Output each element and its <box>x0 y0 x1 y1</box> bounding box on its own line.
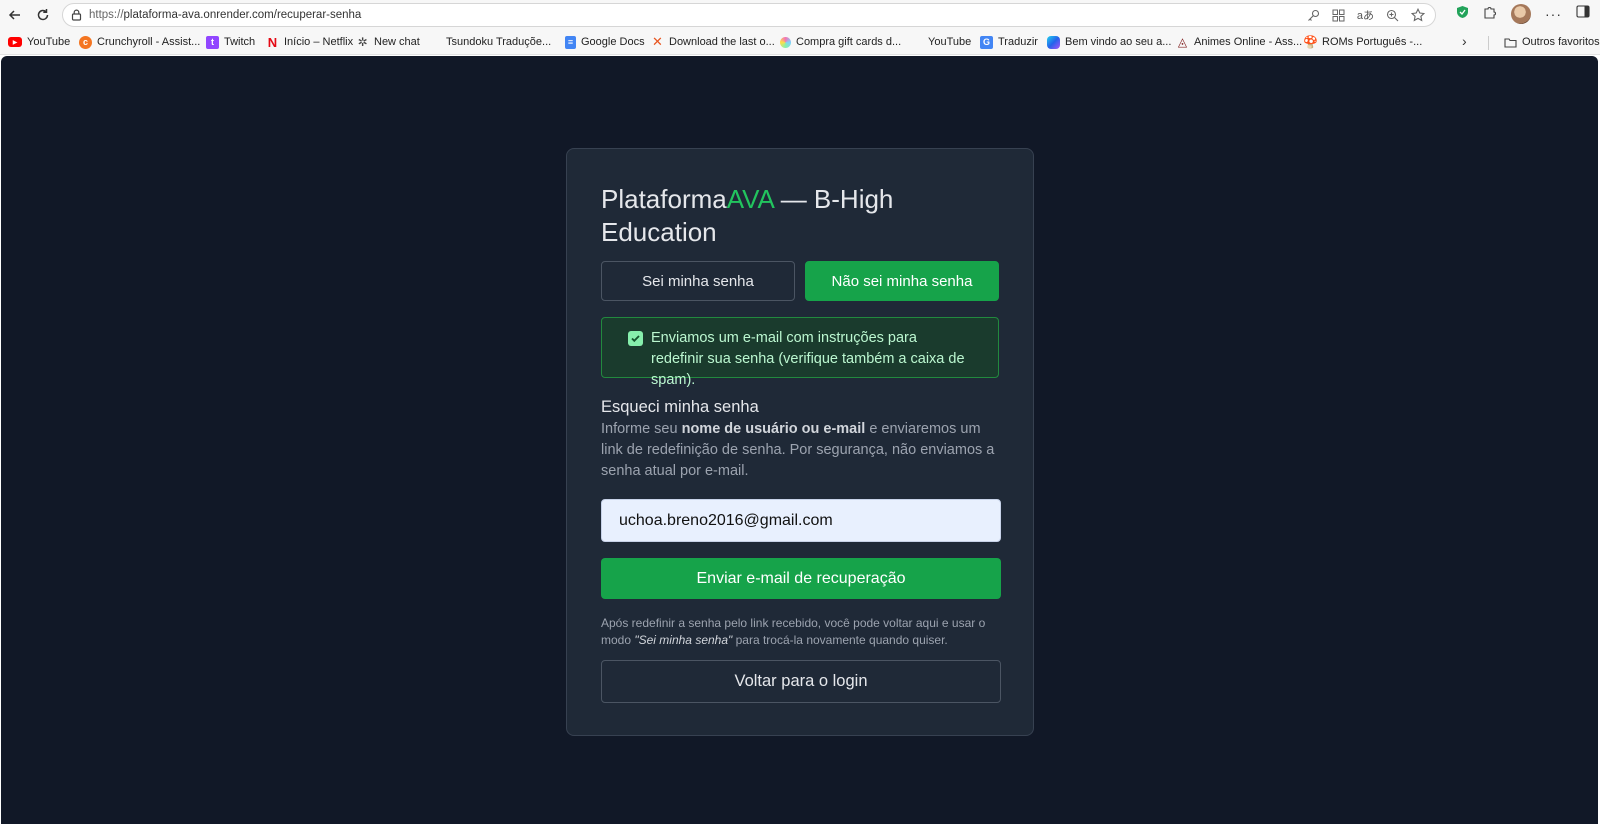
bookmark-google-docs[interactable]: ≡ Google Docs <box>561 32 649 52</box>
other-favorites[interactable]: Outros favoritos <box>1500 32 1600 52</box>
bookmarks-separator <box>1488 36 1489 50</box>
title-accent: AVA <box>726 184 774 214</box>
more-menu-icon[interactable]: ··· <box>1545 6 1562 22</box>
mode-toggle: Sei minha senha Não sei minha senha <box>601 261 999 301</box>
bookmark-twitch[interactable]: t Twitch <box>202 32 259 52</box>
bookmark-animes-online[interactable]: ◬ Animes Online - Ass... <box>1172 32 1306 52</box>
back-to-login-button[interactable]: Voltar para o login <box>601 660 1001 703</box>
bookmark-netflix[interactable]: N Início – Netflix <box>262 32 357 52</box>
bookmark-youtube-2[interactable]: YouTube <box>906 32 975 52</box>
alert-message: Enviamos um e-mail com instruções para r… <box>651 330 965 388</box>
extensions-puzzle-icon[interactable] <box>1483 5 1497 24</box>
address-bar[interactable]: https://plataforma-ava.onrender.com/recu… <box>62 3 1436 27</box>
forgot-password-button[interactable]: Não sei minha senha <box>805 261 999 301</box>
page-viewport: PlataformaAVA — B-High Education Sei min… <box>1 56 1598 824</box>
google-docs-icon: ≡ <box>565 35 576 49</box>
giftcard-icon <box>780 36 791 48</box>
translate-icon: G <box>980 35 993 49</box>
section-title: Esqueci minha senha <box>601 398 759 416</box>
apps-icon[interactable] <box>1332 9 1345 22</box>
lock-icon[interactable] <box>63 9 89 21</box>
profile-avatar[interactable] <box>1511 4 1531 24</box>
sidebar-toggle-icon[interactable] <box>1576 5 1590 23</box>
roms-icon: 🍄 <box>1303 35 1318 49</box>
netflix-icon: N <box>267 34 278 50</box>
twitch-icon: t <box>206 35 219 49</box>
success-alert: Enviamos um e-mail com instruções para r… <box>601 317 999 388</box>
page-title: PlataformaAVA — B-High Education <box>601 184 894 247</box>
crunchyroll-icon: c <box>79 35 92 49</box>
bookmark-roms[interactable]: 🍄 ROMs Português -... <box>1300 32 1426 52</box>
folder-icon <box>1504 36 1517 49</box>
bookmark-tsundoku[interactable]: Tsundoku Traduçõe... <box>424 32 555 52</box>
key-icon[interactable] <box>1307 9 1320 22</box>
bookmark-crunchyroll[interactable]: c Crunchyroll - Assist... <box>75 32 204 52</box>
bookmark-youtube[interactable]: ▶ YouTube <box>4 32 74 52</box>
bookmark-gift-cards[interactable]: Compra gift cards d... <box>776 32 905 52</box>
bookmark-bem-vindo[interactable]: Bem vindo ao seu a... <box>1043 32 1175 52</box>
browser-toolbar: https://plataforma-ava.onrender.com/recu… <box>0 0 1600 30</box>
bookmarks-bar: ▶ YouTube c Crunchyroll - Assist... t Tw… <box>0 30 1600 55</box>
bookmark-traduzir[interactable]: G Traduzir <box>976 32 1042 52</box>
x-icon: ✕ <box>652 34 663 49</box>
read-aloud-icon[interactable]: aあ <box>1357 7 1374 23</box>
recovery-card: PlataformaAVA — B-High Education Sei min… <box>566 148 1034 736</box>
favorite-star-icon[interactable] <box>1411 8 1425 22</box>
youtube-blank-icon <box>910 36 923 49</box>
tsundoku-icon <box>428 36 441 49</box>
info-note: Após redefinir a senha pelo link recebid… <box>601 616 986 647</box>
chevron-right-icon[interactable]: › <box>1462 33 1467 49</box>
chatgpt-icon: ✲ <box>357 35 368 49</box>
known-password-button[interactable]: Sei minha senha <box>601 261 795 301</box>
send-recovery-email-button[interactable]: Enviar e-mail de recuperação <box>601 558 1001 599</box>
youtube-icon: ▶ <box>8 37 22 47</box>
help-text: Informe seu nome de usuário ou e-mail e … <box>601 421 995 479</box>
zoom-icon[interactable] <box>1386 9 1399 22</box>
url-text[interactable]: https://plataforma-ava.onrender.com/recu… <box>89 9 361 21</box>
check-icon <box>628 331 643 346</box>
copilot-icon <box>1047 35 1060 49</box>
bookmark-new-chat[interactable]: ✲ New chat <box>352 32 424 52</box>
email-input[interactable]: uchoa.breno2016@gmail.com <box>601 499 1001 542</box>
shield-extension-icon[interactable] <box>1456 5 1469 24</box>
back-arrow-icon[interactable] <box>4 4 26 26</box>
bookmark-download[interactable]: ✕ Download the last o... <box>647 32 779 52</box>
refresh-icon[interactable] <box>32 4 54 26</box>
animes-icon: ◬ <box>1177 35 1188 49</box>
